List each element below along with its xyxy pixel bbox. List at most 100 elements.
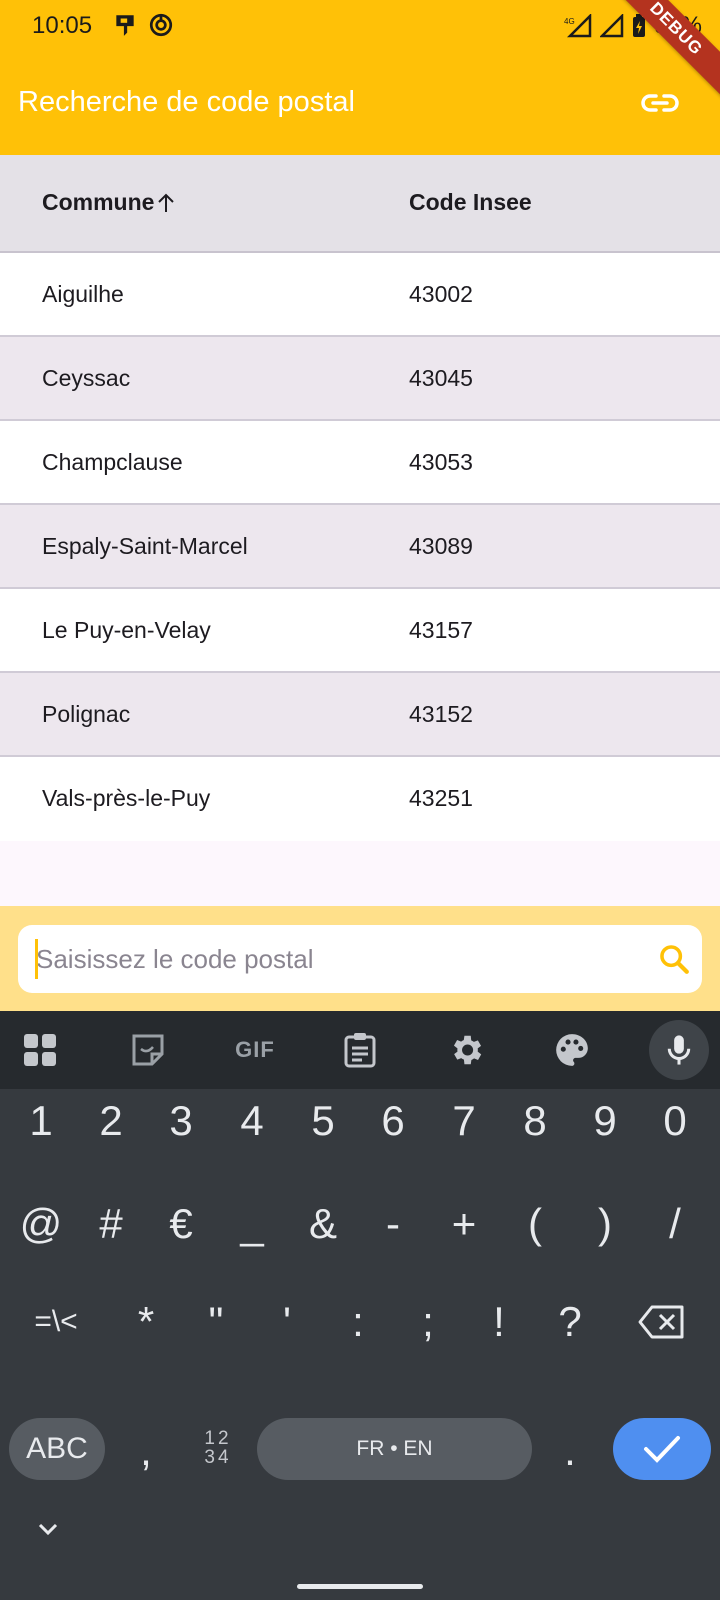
cell-insee: 43089	[409, 533, 473, 559]
chevron-down-icon[interactable]	[33, 1514, 63, 1544]
numpad-label-bottom: 34	[204, 1447, 232, 1468]
abc-label: ABC	[26, 1432, 88, 1465]
key[interactable]: :	[323, 1277, 393, 1367]
search-icon	[660, 945, 689, 974]
numpad-label-top: 12	[204, 1428, 232, 1449]
table-row[interactable]: Champclause 43053	[0, 421, 720, 505]
signal-icon	[599, 14, 624, 38]
signal-4g-icon: 4G	[564, 14, 592, 38]
cell-insee: 43152	[409, 701, 473, 727]
checkmark-icon	[644, 1436, 680, 1463]
key[interactable]: 4	[217, 1076, 287, 1166]
key[interactable]: ;	[393, 1277, 463, 1367]
cast-icon	[116, 15, 134, 36]
key[interactable]: 2	[76, 1076, 146, 1166]
table-row[interactable]: Le Puy-en-Velay 43157	[0, 589, 720, 673]
key[interactable]: !	[464, 1277, 534, 1367]
key[interactable]: "	[181, 1277, 251, 1367]
table-row[interactable]: Ceyssac 43045	[0, 337, 720, 421]
status-bar: 10:05 4G 95%	[0, 0, 720, 52]
key[interactable]: -	[358, 1179, 428, 1269]
mic-icon	[667, 1035, 691, 1065]
comma-key[interactable]: ,	[111, 1406, 181, 1496]
key[interactable]: @	[6, 1179, 76, 1269]
table-row[interactable]: Aiguilhe 43002	[0, 253, 720, 337]
search-box	[18, 925, 702, 993]
table-body: Aiguilhe 43002 Ceyssac 43045 Champclause 4305…	[0, 253, 720, 841]
backspace-icon	[638, 1305, 684, 1339]
palette-icon[interactable]	[550, 1028, 594, 1072]
keyboard: 1234567890 @ # € _ & - +() / =\< * " ':;!? ABC , 1…	[0, 1089, 720, 1600]
period-label: .	[564, 1427, 576, 1474]
column-header-insee[interactable]: Code Insee	[409, 189, 532, 216]
sync-icon	[149, 13, 173, 37]
voice-input-button[interactable]	[649, 1020, 709, 1080]
column-header-commune[interactable]: Commune	[42, 189, 176, 216]
key[interactable]: 1	[6, 1076, 76, 1166]
space-key[interactable]: FR • EN	[257, 1418, 532, 1480]
communes-table: Commune Code Insee Aiguilhe 43002 Ceyssac 4…	[0, 155, 720, 841]
key[interactable]: 9	[570, 1076, 640, 1166]
sort-ascending-icon	[158, 193, 175, 212]
table-row[interactable]: Vals-près-le-Puy 43251	[0, 757, 720, 841]
key[interactable]: )	[570, 1179, 640, 1269]
clipboard-icon[interactable]	[338, 1028, 382, 1072]
key[interactable]: *	[111, 1277, 181, 1367]
comma-label: ,	[140, 1427, 152, 1474]
key[interactable]: 8	[500, 1076, 570, 1166]
home-indicator[interactable]	[297, 1584, 423, 1589]
key[interactable]: 5	[288, 1076, 358, 1166]
notification-icons	[112, 12, 174, 38]
status-time: 10:05	[32, 12, 93, 39]
key[interactable]: '	[252, 1277, 322, 1367]
cell-commune: Le Puy-en-Velay	[42, 617, 211, 643]
key[interactable]: _	[217, 1179, 287, 1269]
key[interactable]: ?	[535, 1277, 605, 1367]
network-label: 4G	[564, 17, 575, 26]
table-row[interactable]: Espaly-Saint-Marcel 43089	[0, 505, 720, 589]
table-header: Commune Code Insee	[0, 155, 720, 253]
cell-commune: Polignac	[42, 701, 131, 727]
backspace-key[interactable]	[630, 1277, 694, 1367]
link-button[interactable]	[636, 82, 684, 124]
cell-insee: 43157	[409, 617, 473, 643]
sticker-icon[interactable]	[126, 1028, 170, 1072]
abc-key[interactable]: ABC	[9, 1418, 105, 1480]
gif-label: GIF	[235, 1037, 275, 1062]
link-icon	[641, 94, 679, 112]
postal-code-input[interactable]	[36, 937, 636, 981]
table-row[interactable]: Polignac 43152	[0, 673, 720, 757]
page-title: Recherche de code postal	[18, 86, 355, 118]
cell-commune: Ceyssac	[42, 365, 131, 391]
app-bar: Recherche de code postal	[0, 52, 720, 155]
numpad-toggle-key[interactable]: 12 34	[198, 1429, 238, 1473]
gif-icon[interactable]: GIF	[228, 1028, 282, 1072]
search-bar	[0, 906, 720, 1011]
cell-commune: Vals-près-le-Puy	[42, 785, 211, 811]
settings-icon[interactable]	[444, 1028, 488, 1072]
cell-insee: 43045	[409, 365, 473, 391]
key[interactable]: 3	[146, 1076, 216, 1166]
space-label: FR • EN	[356, 1437, 433, 1460]
enter-key[interactable]	[613, 1418, 711, 1480]
key[interactable]: #	[76, 1179, 146, 1269]
key[interactable]: /	[640, 1179, 710, 1269]
cell-insee: 43251	[409, 785, 473, 811]
key[interactable]: 6	[358, 1076, 428, 1166]
period-key[interactable]: .	[535, 1406, 605, 1496]
cell-insee: 43002	[409, 281, 473, 307]
key[interactable]: 7	[429, 1076, 499, 1166]
key[interactable]: &	[288, 1179, 358, 1269]
key[interactable]: (	[500, 1179, 570, 1269]
key[interactable]: €	[146, 1179, 216, 1269]
column-header-label: Commune	[42, 189, 155, 215]
cell-commune: Aiguilhe	[42, 281, 124, 307]
key[interactable]: 0	[640, 1076, 710, 1166]
apps-icon[interactable]	[18, 1028, 62, 1072]
cell-commune: Espaly-Saint-Marcel	[42, 533, 248, 559]
key[interactable]: +	[429, 1179, 499, 1269]
search-button[interactable]	[654, 939, 694, 979]
key[interactable]: =\<	[21, 1277, 91, 1367]
cell-insee: 43053	[409, 449, 473, 475]
cell-commune: Champclause	[42, 449, 183, 475]
